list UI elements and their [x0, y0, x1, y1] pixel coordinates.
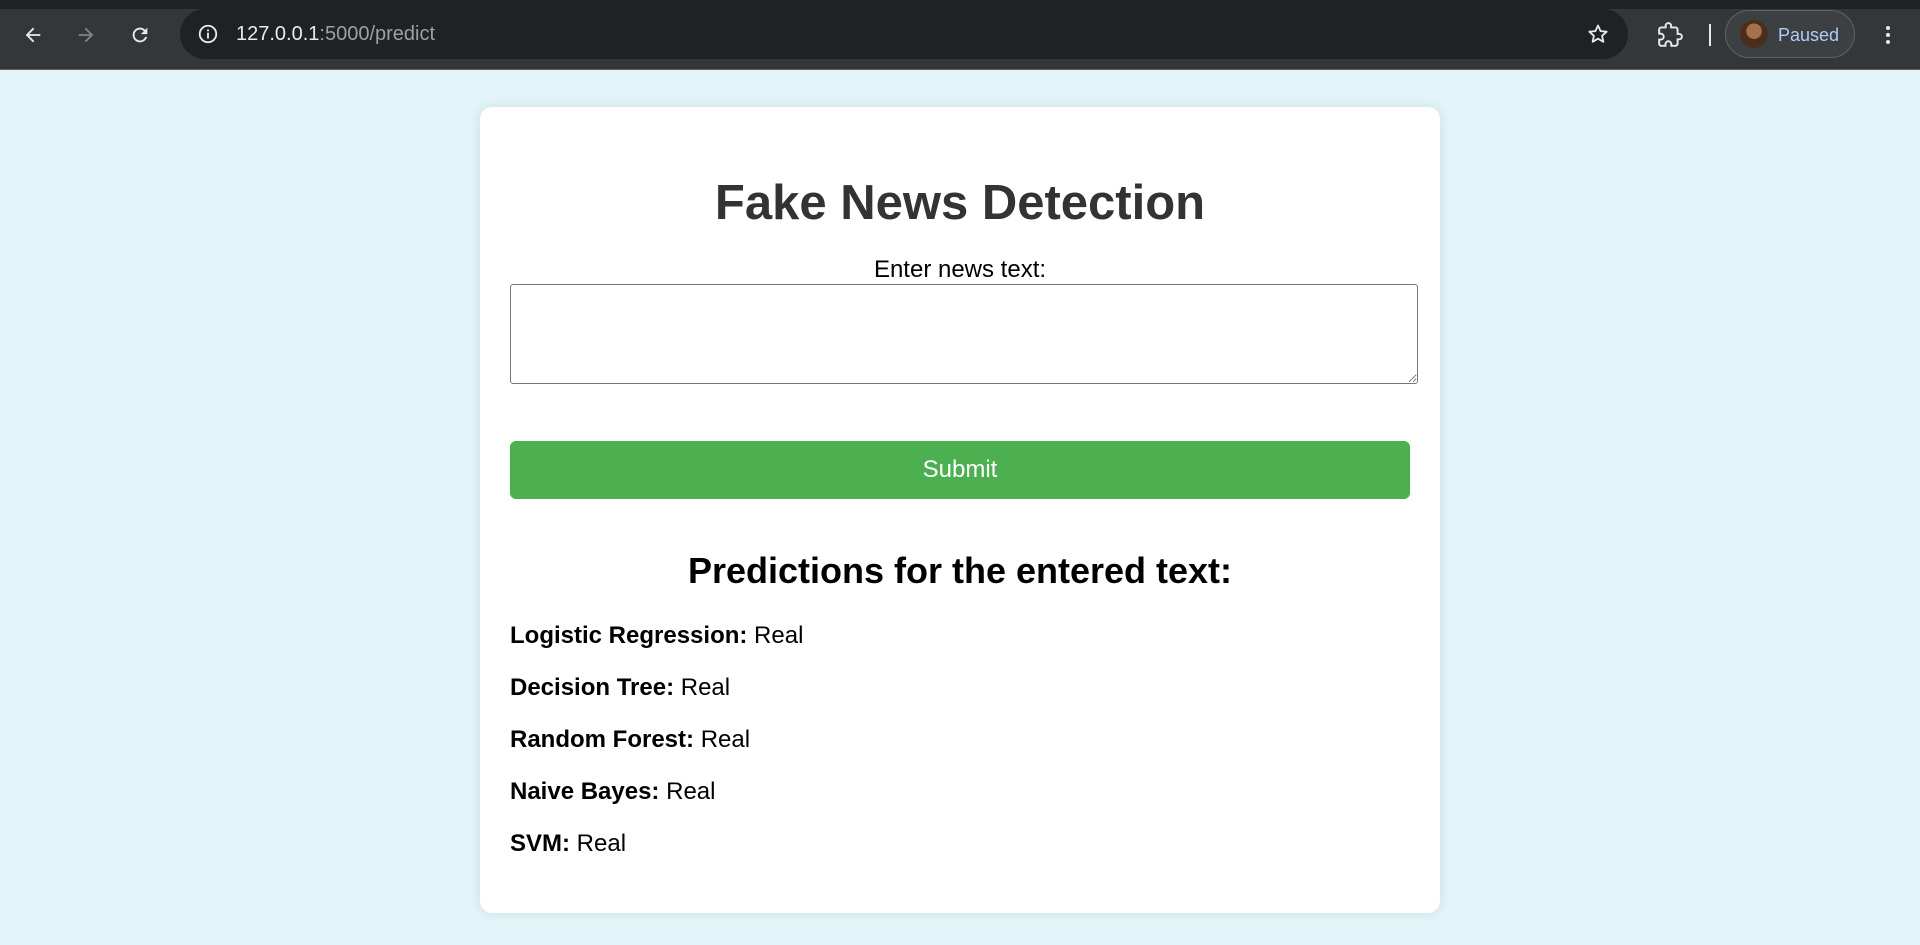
url-text[interactable]: 127.0.0.1:5000/predict	[236, 22, 435, 46]
site-info-button[interactable]	[194, 20, 222, 48]
prediction-item: SVM: Real	[510, 829, 803, 881]
more-vert-icon	[1886, 26, 1890, 44]
model-name: Logistic Regression:	[510, 622, 748, 649]
model-name: Random Forest:	[510, 726, 695, 753]
back-button[interactable]	[15, 17, 51, 53]
prediction-item: Decision Tree: Real	[510, 673, 803, 725]
prediction-result: Real	[666, 778, 716, 805]
address-bar[interactable]: 127.0.0.1:5000/predict	[180, 9, 1628, 59]
forward-button[interactable]	[68, 17, 104, 53]
back-arrow-icon	[25, 27, 41, 43]
model-name: Decision Tree:	[510, 674, 675, 701]
avatar	[1740, 20, 1768, 48]
profile-button[interactable]: Paused	[1725, 10, 1855, 58]
toolbar-divider	[1709, 24, 1711, 46]
news-text-label: Enter news text:	[873, 256, 1047, 283]
info-icon	[198, 24, 218, 44]
page-title: Fake News Detection	[714, 176, 1206, 230]
bookmark-button[interactable]	[1584, 20, 1612, 48]
star-icon	[1588, 24, 1608, 43]
extensions-icon	[1658, 22, 1683, 47]
prediction-item: Random Forest: Real	[510, 725, 803, 777]
extensions-button[interactable]	[1652, 17, 1688, 53]
prediction-item: Logistic Regression: Real	[510, 621, 803, 673]
profile-status: Paused	[1778, 25, 1840, 45]
news-text-input[interactable]	[510, 284, 1418, 384]
url-path: :5000/predict	[319, 23, 436, 45]
predictions-list: Logistic Regression: Real Decision Tree:…	[510, 621, 803, 881]
predictions-heading: Predictions for the entered text:	[687, 550, 1233, 591]
browser-toolbar: 127.0.0.1:5000/predict Paused	[0, 0, 1920, 70]
prediction-item: Naive Bayes: Real	[510, 777, 803, 829]
prediction-result: Real	[576, 830, 627, 857]
submit-button[interactable]: Submit	[510, 441, 1410, 499]
forward-arrow-icon	[78, 27, 94, 43]
reload-button[interactable]	[122, 17, 158, 53]
main-card: Fake News Detection Enter news text: Sub…	[480, 107, 1440, 913]
tab-strip	[0, 0, 1920, 9]
model-name: Naive Bayes:	[510, 778, 660, 805]
url-host: 127.0.0.1	[236, 23, 320, 45]
browser-menu-button[interactable]	[1870, 17, 1906, 53]
model-name: SVM:	[510, 830, 570, 857]
prediction-result: Real	[754, 622, 804, 649]
prediction-result: Real	[680, 674, 731, 701]
reload-icon	[132, 27, 148, 43]
prediction-result: Real	[700, 726, 751, 753]
